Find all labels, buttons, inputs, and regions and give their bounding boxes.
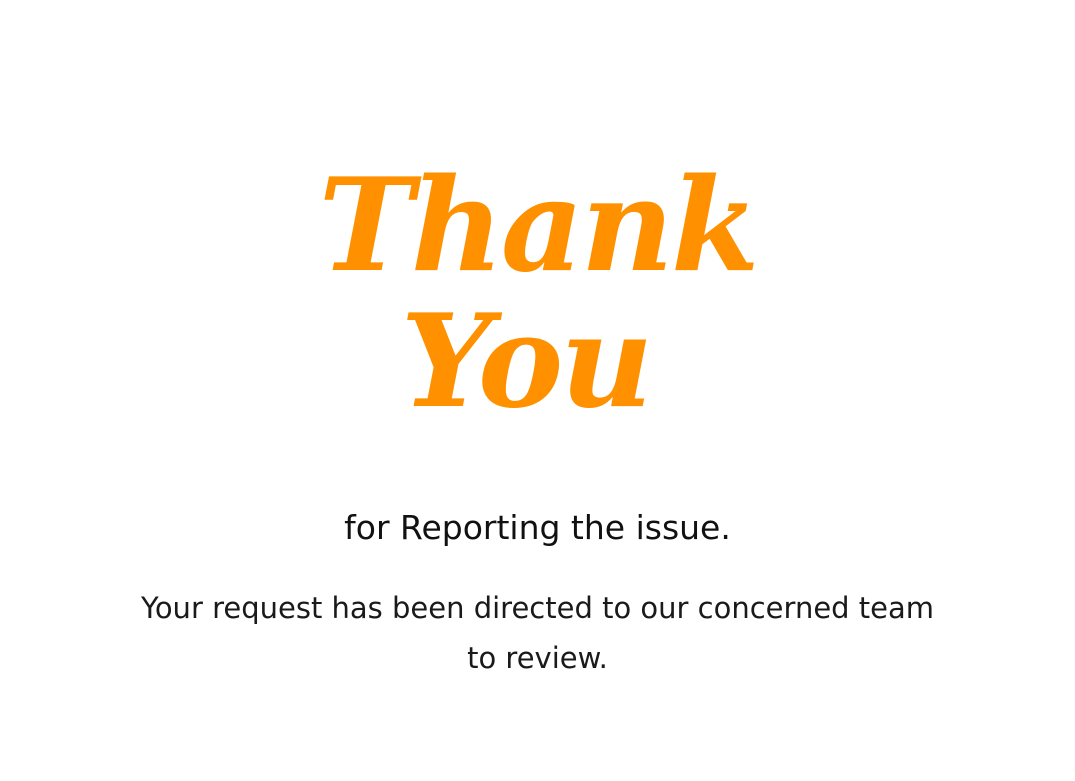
thank-you-heading: Thank You [0, 158, 1075, 430]
heading-line-you: You [400, 287, 654, 437]
subtitle-text: for Reporting the issue. [344, 508, 731, 547]
thank-you-page: Thank You for Reporting the issue. Your … [0, 0, 1075, 781]
heading-line-thank: Thank [318, 151, 760, 301]
confirmation-message: Your request has been directed to our co… [140, 591, 935, 675]
